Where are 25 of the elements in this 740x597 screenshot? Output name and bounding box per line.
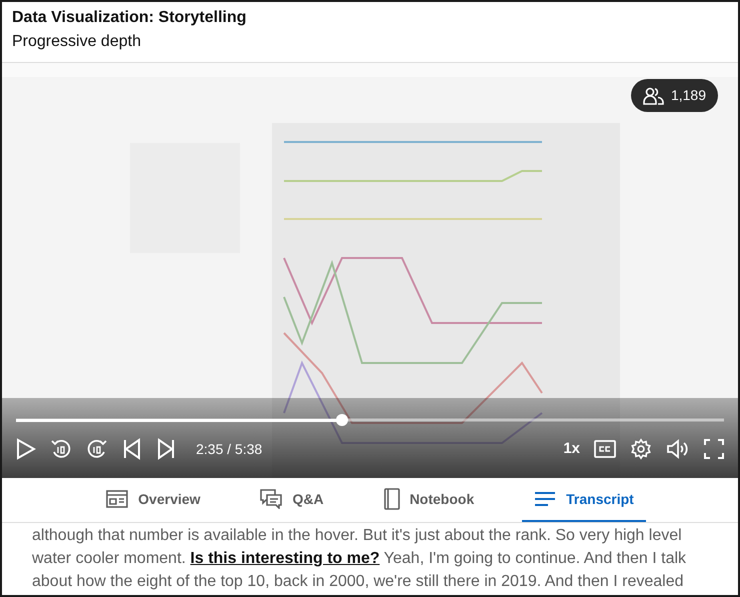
lines-icon [534,491,556,507]
tab[interactable]: Notebook [372,478,486,522]
tab[interactable]: Transcript [522,478,646,522]
viewer-count-text: 1,189 [670,86,706,105]
rewind-button[interactable] [50,438,72,460]
play-button[interactable] [16,438,36,460]
notebook-icon [384,488,400,510]
course-title: Data Visualization: Storytelling [12,8,248,28]
overview-icon [106,490,128,508]
speed-button[interactable]: 1x [563,438,580,460]
transcript-link[interactable]: Is this interesting to me? [190,550,380,567]
forward-button[interactable] [86,438,108,460]
tab[interactable]: Q&A [248,478,336,522]
fullscreen-button[interactable] [704,439,724,459]
captions-button[interactable] [594,440,616,458]
previous-button[interactable] [122,438,142,460]
settings-button[interactable] [630,438,652,460]
tab[interactable]: Overview [94,478,212,522]
video-title: Progressive depth [12,32,142,52]
playback-time: 2:35 / 5:38 [196,440,262,458]
chat-icon [260,489,282,509]
people-icon [642,86,665,104]
volume-button[interactable] [666,439,690,459]
transcript-text: although that number is available in the hover. But it's just about the rank. So very high level water cooler moment. Is this interesting to me? Yeah, I'm going to continue. And then I talk about how the eight of the top 10, back in 2000, we're still there in 2019. And then I revealed [31,526,688,592]
next-button[interactable] [156,438,176,460]
